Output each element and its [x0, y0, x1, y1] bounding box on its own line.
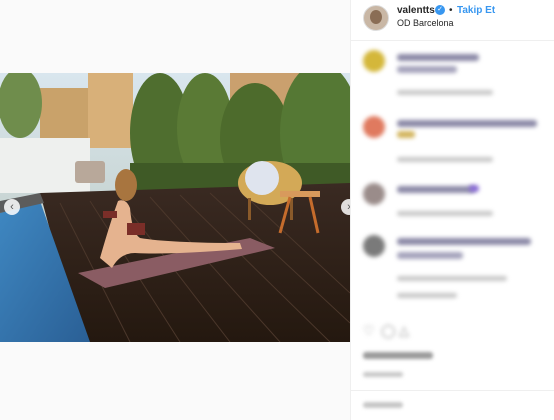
comment-text — [397, 186, 475, 193]
heart-icon[interactable]: ♡ — [363, 323, 375, 339]
avatar[interactable] — [363, 5, 389, 31]
comment-text — [397, 238, 531, 245]
comment-meta — [397, 90, 493, 95]
commenter-avatar[interactable] — [363, 183, 385, 205]
comment-icon[interactable]: ◯ — [381, 323, 396, 339]
username-link[interactable]: valentts — [397, 5, 435, 16]
post-header: valentts ✓ • Takip Et OD Barcelona — [351, 0, 554, 41]
commenter-avatar[interactable] — [363, 50, 385, 72]
comment-meta — [397, 276, 507, 281]
verified-badge-icon: ✓ — [435, 5, 445, 15]
separator-dot: • — [449, 5, 453, 16]
divider — [351, 390, 554, 391]
comment-meta — [397, 211, 493, 216]
comment-emoji — [397, 131, 415, 138]
post-sidebar: valentts ✓ • Takip Et OD Barcelona ♡ ◯ △ — [350, 0, 554, 420]
share-icon[interactable]: △ — [399, 323, 409, 339]
post-photo[interactable] — [0, 73, 350, 342]
chevron-left-icon: ‹ — [10, 201, 14, 213]
add-comment-input[interactable] — [363, 402, 403, 408]
follow-button[interactable]: Takip Et — [457, 5, 495, 16]
comment-text — [397, 54, 479, 61]
comment-text — [397, 120, 537, 127]
location-link[interactable]: OD Barcelona — [397, 18, 454, 28]
commenter-avatar[interactable] — [363, 235, 385, 257]
comment-meta — [397, 157, 493, 162]
post-photo-illustration — [0, 73, 350, 342]
comment-text — [397, 252, 463, 259]
comment-text — [397, 66, 457, 73]
post-date — [363, 372, 403, 377]
comment-emoji — [469, 185, 479, 192]
comment-meta — [397, 293, 457, 298]
previous-photo-button[interactable]: ‹ — [4, 199, 20, 215]
commenter-avatar[interactable] — [363, 116, 385, 138]
likes-count — [363, 352, 433, 359]
